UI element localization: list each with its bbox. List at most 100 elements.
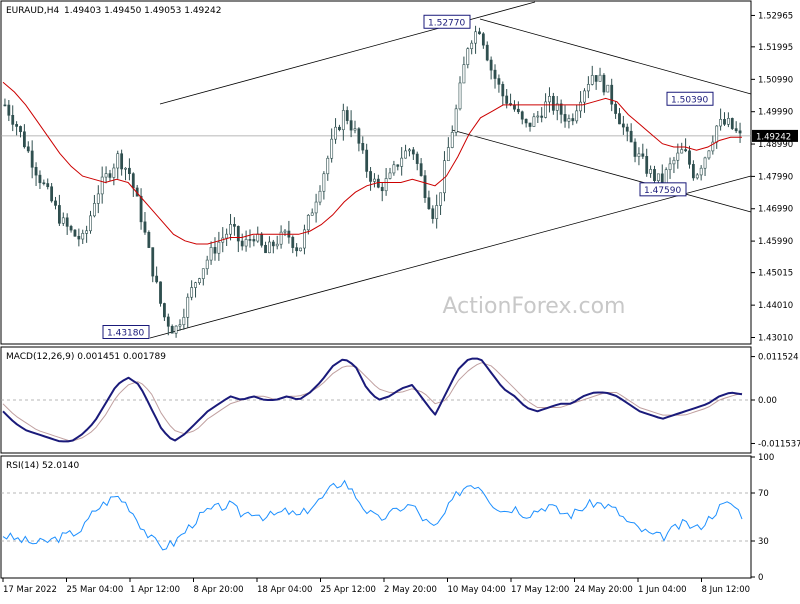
candle-body xyxy=(69,226,73,231)
candle-body xyxy=(264,244,267,254)
candle-body xyxy=(660,173,664,184)
candle-body xyxy=(656,173,660,181)
candle-body xyxy=(625,126,629,132)
candle-body xyxy=(481,33,485,46)
candle-body xyxy=(131,173,135,189)
candle-body xyxy=(190,287,194,298)
candle-body xyxy=(345,110,349,121)
candle-body xyxy=(128,167,131,174)
candle-body xyxy=(120,153,124,170)
macd-tick-label: 0.011524 xyxy=(758,353,799,363)
candle-body xyxy=(38,174,42,184)
candle-body xyxy=(174,325,178,334)
candle-body xyxy=(108,173,112,178)
candle-body xyxy=(641,153,645,157)
time-tick-label: 24 May 20:00 xyxy=(575,585,633,595)
candle-body xyxy=(93,203,96,217)
candle-body xyxy=(213,247,217,254)
candle-body xyxy=(419,163,423,176)
time-tick-label: 25 Mar 04:00 xyxy=(67,585,124,595)
price-annotation: 1.50390 xyxy=(666,91,714,106)
time-tick-label: 8 Jun 12:00 xyxy=(702,585,751,595)
candle-body xyxy=(540,115,544,118)
candle-body xyxy=(295,247,299,252)
candle-body xyxy=(85,230,89,234)
candle-body xyxy=(178,324,182,327)
candle-body xyxy=(388,172,392,179)
candle-body xyxy=(384,178,388,192)
candle-body xyxy=(34,166,38,176)
candle-body xyxy=(548,96,551,103)
price-tick-label: 1.50990 xyxy=(758,75,793,85)
candle-body xyxy=(198,278,201,284)
candle-body xyxy=(408,149,411,152)
background xyxy=(0,0,800,600)
price-tick-label: 1.43010 xyxy=(758,334,793,344)
candle-body xyxy=(30,150,34,168)
candle-body xyxy=(458,82,462,110)
candle-body xyxy=(462,64,466,84)
candle-body xyxy=(450,132,454,148)
candle-body xyxy=(112,167,116,178)
price-tick-label: 1.45990 xyxy=(758,237,793,247)
candle-body xyxy=(322,173,326,192)
time-tick-label: 17 Mar 2022 xyxy=(3,585,57,595)
watermark: ActionForex.com xyxy=(443,294,626,319)
candle-body xyxy=(163,303,166,318)
candle-body xyxy=(233,224,236,227)
price-tick-label: 1.49990 xyxy=(758,108,793,118)
price-annotation: 1.52770 xyxy=(423,14,471,29)
price-tick-label: 1.44010 xyxy=(758,301,793,311)
candle-body xyxy=(7,104,11,116)
candle-body xyxy=(396,164,400,167)
time-tick-label: 25 Apr 12:00 xyxy=(321,585,376,595)
candle-body xyxy=(271,241,275,247)
candle-body xyxy=(695,174,699,179)
candle-body xyxy=(470,42,474,50)
candle-body xyxy=(454,108,458,133)
candle-body xyxy=(310,212,314,216)
price-tick-label: 1.52965 xyxy=(758,11,793,21)
candle-body xyxy=(524,118,528,124)
annotation-label: 1.52770 xyxy=(428,18,465,28)
rsi-tick-label: 30 xyxy=(758,537,769,547)
candle-body xyxy=(598,74,602,82)
candle-body xyxy=(583,90,586,103)
candle-body xyxy=(15,124,19,127)
candle-body xyxy=(143,221,147,233)
candle-body xyxy=(291,236,295,248)
candle-body xyxy=(672,159,676,165)
candle-body xyxy=(42,182,46,185)
candle-body xyxy=(73,229,77,237)
price-tick-label: 1.46990 xyxy=(758,205,793,215)
candle-body xyxy=(497,78,501,85)
price-tick-label: 1.51995 xyxy=(758,43,793,53)
candle-body xyxy=(19,126,22,133)
candle-body xyxy=(217,241,221,254)
chart-canvas: ActionForex.com EURAUD,H4 1.49403 1.4945… xyxy=(0,0,800,600)
time-tick-label: 17 May 12:00 xyxy=(511,585,569,595)
candle-body xyxy=(431,208,435,219)
candle-body xyxy=(380,186,384,192)
candle-body xyxy=(100,176,104,195)
candle-body xyxy=(493,69,497,79)
candle-body xyxy=(723,119,726,125)
candle-body xyxy=(349,120,353,131)
rsi-title: RSI(14) 52.0140 xyxy=(6,461,79,471)
candle-body xyxy=(485,44,489,61)
macd-tick-label: 0.00 xyxy=(758,396,777,406)
candle-body xyxy=(22,131,26,148)
candle-body xyxy=(516,108,520,113)
candle-body xyxy=(170,325,174,334)
candle-body xyxy=(306,214,310,231)
candle-body xyxy=(365,149,369,172)
candle-body xyxy=(513,104,516,110)
candle-body xyxy=(186,296,190,318)
candle-body xyxy=(621,123,625,128)
candle-body xyxy=(26,146,30,152)
candle-body xyxy=(474,31,477,44)
candle-body xyxy=(244,239,248,247)
candle-body xyxy=(229,224,232,235)
candle-body xyxy=(668,163,672,171)
time-tick-label: 8 Apr 20:00 xyxy=(194,585,244,595)
